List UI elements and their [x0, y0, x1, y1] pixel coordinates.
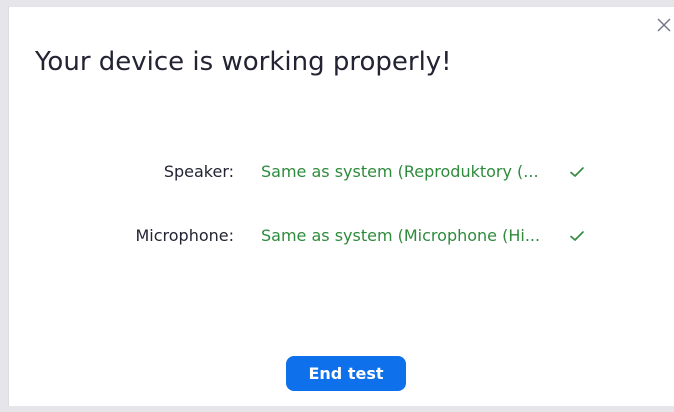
microphone-device-value[interactable]: Same as system (Microphone (Hi...: [261, 226, 540, 245]
microphone-label: Microphone:: [135, 226, 234, 245]
checkmark-icon: [569, 164, 585, 180]
speaker-row: Speaker: Same as system (Reproduktory (.…: [9, 160, 674, 184]
speaker-device-value[interactable]: Same as system (Reproduktory (...: [261, 162, 539, 181]
close-icon[interactable]: [654, 15, 674, 35]
microphone-row: Microphone: Same as system (Microphone (…: [9, 224, 674, 248]
device-test-dialog: Your device is working properly! Speaker…: [8, 6, 674, 406]
speaker-label: Speaker:: [163, 162, 234, 181]
end-test-button[interactable]: End test: [286, 356, 406, 391]
checkmark-icon: [569, 228, 585, 244]
dialog-title: Your device is working properly!: [35, 47, 452, 77]
